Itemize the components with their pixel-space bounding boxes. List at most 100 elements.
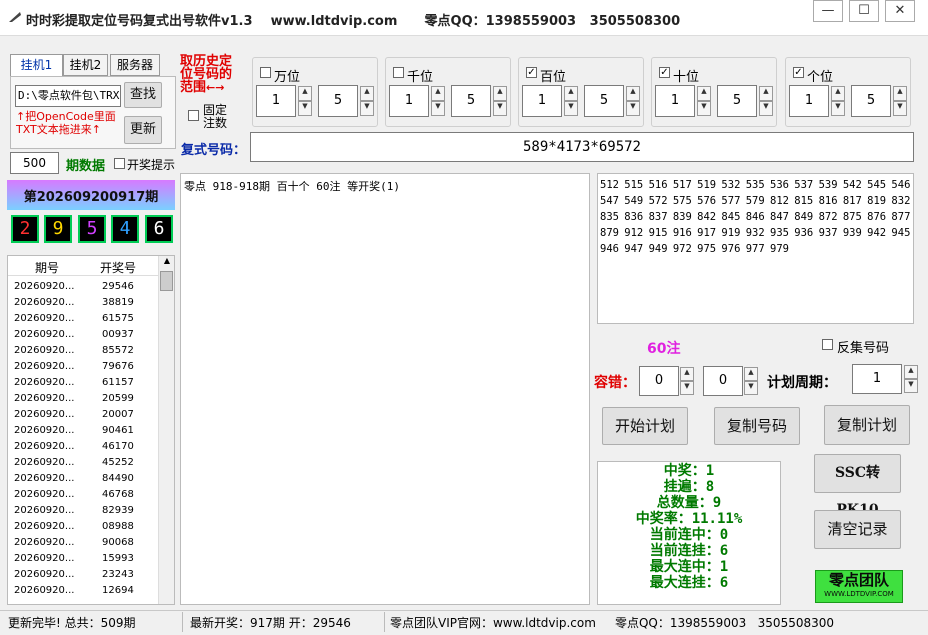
logo-sub: WWW.LDTDVIP.COM [824, 590, 894, 598]
app-icon [9, 12, 21, 22]
position-max-up-icon-3[interactable]: ▲ [759, 86, 773, 101]
tolerance-input-b[interactable]: 0 [703, 366, 743, 396]
scroll-thumb[interactable] [160, 271, 173, 291]
tolerance-a-up-icon[interactable]: ▲ [680, 367, 694, 381]
table-row[interactable]: 20260920... 08988 [8, 519, 158, 535]
team-logo: 零点团队 WWW.LDTDVIP.COM [815, 570, 903, 603]
table-row[interactable]: 20260920... 46768 [8, 487, 158, 503]
position-checkbox-3[interactable]: ✓ [659, 67, 670, 78]
position-min-input-3[interactable]: 1 [655, 85, 695, 117]
ssc-pk10-button[interactable]: SSC转PK10 [814, 454, 901, 518]
clear-records-button[interactable]: 清空记录 [814, 510, 901, 549]
position-min-up-icon-2[interactable]: ▲ [564, 86, 578, 101]
position-min-down-icon-4[interactable]: ▼ [831, 101, 845, 116]
tab-guaji2[interactable]: 挂机2 [63, 54, 108, 76]
numbers-textarea[interactable]: 512 515 516 517 519 532 535 536 537 539 … [597, 173, 914, 324]
table-row[interactable]: 20260920... 38819 [8, 295, 158, 311]
refresh-button[interactable]: 更新 [124, 116, 162, 144]
compound-number-field[interactable]: 589*4173*69572 [250, 132, 914, 162]
table-row[interactable]: 20260920... 90068 [8, 535, 158, 551]
position-max-down-icon-3[interactable]: ▼ [759, 101, 773, 116]
position-min-down-icon-0[interactable]: ▼ [298, 101, 312, 116]
close-button[interactable]: ✕ [885, 0, 915, 22]
position-checkbox-1[interactable] [393, 67, 404, 78]
table-row[interactable]: 20260920... 15993 [8, 551, 158, 567]
tolerance-b-down-icon[interactable]: ▼ [744, 381, 758, 395]
position-checkbox-4[interactable]: ✓ [793, 67, 804, 78]
position-min-input-2[interactable]: 1 [522, 85, 562, 117]
position-max-down-icon-2[interactable]: ▼ [626, 101, 640, 116]
position-max-input-2[interactable]: 5 [584, 85, 624, 117]
position-max-up-icon-2[interactable]: ▲ [626, 86, 640, 101]
copy-numbers-button[interactable]: 复制号码 [714, 407, 800, 445]
log-textarea[interactable]: 零点 918-918期 百十个 60注 等开奖(1) [180, 173, 590, 605]
position-min-input-0[interactable]: 1 [256, 85, 296, 117]
position-max-input-0[interactable]: 5 [318, 85, 358, 117]
open-hint-checkbox[interactable] [114, 158, 125, 169]
tolerance-a-down-icon[interactable]: ▼ [680, 381, 694, 395]
table-row[interactable]: 20260920... 20007 [8, 407, 158, 423]
row-issue: 20260920... [14, 281, 75, 292]
position-min-up-icon-0[interactable]: ▲ [298, 86, 312, 101]
table-row[interactable]: 20260920... 61157 [8, 375, 158, 391]
maximize-button[interactable]: ☐ [849, 0, 879, 22]
row-issue: 20260920... [14, 473, 75, 484]
position-min-input-1[interactable]: 1 [389, 85, 429, 117]
tolerance-input-a[interactable]: 0 [639, 366, 679, 396]
position-max-input-4[interactable]: 5 [851, 85, 891, 117]
position-checkbox-2[interactable]: ✓ [526, 67, 537, 78]
plan-cycle-down-icon[interactable]: ▼ [904, 379, 918, 393]
table-row[interactable]: 20260920... 85572 [8, 343, 158, 359]
plan-cycle-input[interactable]: 1 [852, 364, 902, 394]
reverse-checkbox[interactable] [822, 339, 833, 350]
position-max-down-icon-4[interactable]: ▼ [893, 101, 907, 116]
position-min-down-icon-1[interactable]: ▼ [431, 101, 445, 116]
position-min-up-icon-4[interactable]: ▲ [831, 86, 845, 101]
fixed-count-checkbox[interactable] [188, 110, 199, 121]
history-scrollbar[interactable]: ▲ [158, 256, 174, 604]
tab-guaji1[interactable]: 挂机1 [10, 54, 63, 77]
position-max-input-1[interactable]: 5 [451, 85, 491, 117]
table-row[interactable]: 20260920... 79676 [8, 359, 158, 375]
table-row[interactable]: 20260920... 84490 [8, 471, 158, 487]
position-min-down-icon-3[interactable]: ▼ [697, 101, 711, 116]
start-plan-button[interactable]: 开始计划 [602, 407, 688, 445]
table-row[interactable]: 20260920... 90461 [8, 423, 158, 439]
table-row[interactable]: 20260920... 45252 [8, 455, 158, 471]
position-checkbox-0[interactable] [260, 67, 271, 78]
periods-input[interactable]: 500 [10, 152, 59, 174]
table-row[interactable]: 20260920... 00937 [8, 327, 158, 343]
table-row[interactable]: 20260920... 12694 [8, 583, 158, 599]
path-input[interactable]: D:\零点软件包\TRX [15, 85, 121, 107]
find-button[interactable]: 查找 [124, 82, 162, 108]
draw-ball-3: 5 [78, 215, 106, 243]
range-arrow-icon: ←→ [206, 81, 225, 94]
position-label-3: 十位 [673, 70, 700, 85]
position-min-input-4[interactable]: 1 [789, 85, 829, 117]
position-max-down-icon-0[interactable]: ▼ [360, 101, 374, 116]
position-max-up-icon-0[interactable]: ▲ [360, 86, 374, 101]
position-max-up-icon-1[interactable]: ▲ [493, 86, 507, 101]
table-row[interactable]: 20260920... 23243 [8, 567, 158, 583]
position-max-up-icon-4[interactable]: ▲ [893, 86, 907, 101]
table-row[interactable]: 20260920... 29546 [8, 279, 158, 295]
scroll-up-icon[interactable]: ▲ [159, 256, 175, 270]
row-issue: 20260920... [14, 489, 75, 500]
tolerance-b-up-icon[interactable]: ▲ [744, 367, 758, 381]
copy-plan-button[interactable]: 复制计划 [824, 405, 910, 445]
position-min-up-icon-1[interactable]: ▲ [431, 86, 445, 101]
minimize-button[interactable]: — [813, 0, 843, 22]
plan-cycle-up-icon[interactable]: ▲ [904, 365, 918, 379]
position-min-down-icon-2[interactable]: ▼ [564, 101, 578, 116]
position-max-down-icon-1[interactable]: ▼ [493, 101, 507, 116]
position-max-input-3[interactable]: 5 [717, 85, 757, 117]
open-hint-label: 开奖提示 [127, 158, 176, 172]
table-row[interactable]: 20260920... 61575 [8, 311, 158, 327]
row-number: 20007 [102, 409, 134, 420]
row-number: 08988 [102, 521, 134, 532]
table-row[interactable]: 20260920... 82939 [8, 503, 158, 519]
tab-server[interactable]: 服务器 [110, 54, 160, 76]
table-row[interactable]: 20260920... 20599 [8, 391, 158, 407]
position-min-up-icon-3[interactable]: ▲ [697, 86, 711, 101]
table-row[interactable]: 20260920... 46170 [8, 439, 158, 455]
